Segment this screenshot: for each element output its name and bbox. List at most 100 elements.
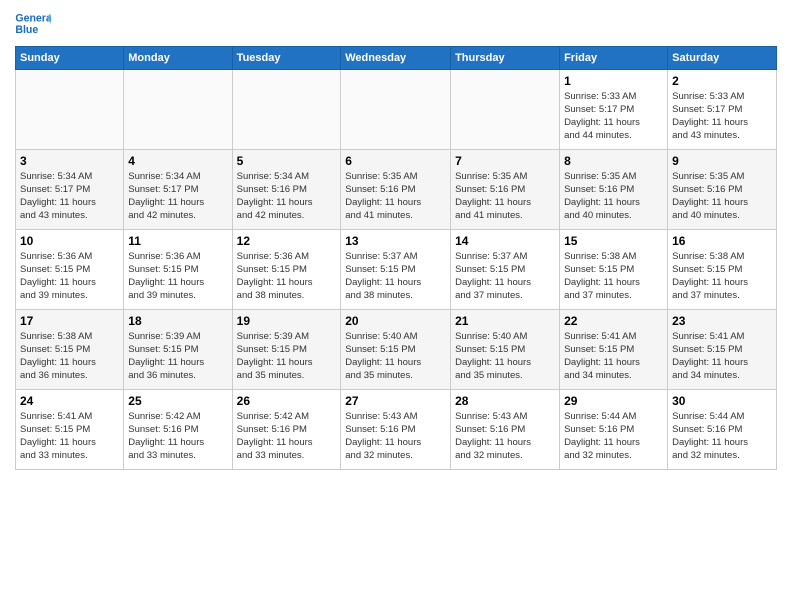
calendar-cell: 21Sunrise: 5:40 AM Sunset: 5:15 PM Dayli… <box>451 310 560 390</box>
calendar-cell: 5 Sunrise: 5:34 AM Sunset: 5:16 PM Daylig… <box>232 150 341 230</box>
day-header-monday: Monday <box>124 47 232 70</box>
day-info: Sunrise: 5:42 AM Sunset: 5:16 PM Dayligh… <box>237 411 337 462</box>
day-number: 9 <box>672 153 772 169</box>
day-info: Sunrise: 5:36 AM Sunset: 5:15 PM Dayligh… <box>128 251 227 302</box>
day-number: 15 <box>564 233 663 249</box>
logo: General Blue <box>15 10 51 40</box>
day-info: Sunrise: 5:35 AM Sunset: 5:16 PM Dayligh… <box>455 171 555 222</box>
day-info: Sunrise: 5:39 AM Sunset: 5:15 PM Dayligh… <box>237 331 337 382</box>
day-number: 23 <box>672 313 772 329</box>
svg-text:General: General <box>15 12 51 24</box>
day-number: 20 <box>345 313 446 329</box>
day-header-saturday: Saturday <box>668 47 777 70</box>
calendar-cell: 23Sunrise: 5:41 AM Sunset: 5:15 PM Dayli… <box>668 310 777 390</box>
day-number: 12 <box>237 233 337 249</box>
day-number: 25 <box>128 393 227 409</box>
day-number: 27 <box>345 393 446 409</box>
day-info: Sunrise: 5:34 AM Sunset: 5:17 PM Dayligh… <box>128 171 227 222</box>
day-info: Sunrise: 5:37 AM Sunset: 5:15 PM Dayligh… <box>455 251 555 302</box>
day-number: 13 <box>345 233 446 249</box>
day-number: 6 <box>345 153 446 169</box>
calendar-cell: 20 Sunrise: 5:40 AM Sunset: 5:15 PM Dayli… <box>341 310 451 390</box>
day-info: Sunrise: 5:35 AM Sunset: 5:16 PM Dayligh… <box>564 171 663 222</box>
calendar-cell: 11 Sunrise: 5:36 AM Sunset: 5:15 PM Dayli… <box>124 230 232 310</box>
day-info: Sunrise: 5:36 AM Sunset: 5:15 PM Dayligh… <box>237 251 337 302</box>
calendar-cell <box>451 70 560 150</box>
calendar-cell: 18Sunrise: 5:39 AM Sunset: 5:15 PM Dayli… <box>124 310 232 390</box>
calendar-cell: 4 Sunrise: 5:34 AM Sunset: 5:17 PM Daylig… <box>124 150 232 230</box>
calendar-header-row: SundayMondayTuesdayWednesdayThursdayFrid… <box>16 47 777 70</box>
calendar-cell: 3 Sunrise: 5:34 AM Sunset: 5:17 PM Daylig… <box>16 150 124 230</box>
day-number: 16 <box>672 233 772 249</box>
calendar-cell: 12 Sunrise: 5:36 AM Sunset: 5:15 PM Dayli… <box>232 230 341 310</box>
day-info: Sunrise: 5:36 AM Sunset: 5:15 PM Dayligh… <box>20 251 119 302</box>
calendar-cell: 6 Sunrise: 5:35 AM Sunset: 5:16 PM Daylig… <box>341 150 451 230</box>
day-info: Sunrise: 5:35 AM Sunset: 5:16 PM Dayligh… <box>672 171 772 222</box>
calendar-cell: 14 Sunrise: 5:37 AM Sunset: 5:15 PM Dayli… <box>451 230 560 310</box>
calendar-cell: 26 Sunrise: 5:42 AM Sunset: 5:16 PM Dayli… <box>232 390 341 470</box>
day-number: 17 <box>20 313 119 329</box>
calendar-cell: 16 Sunrise: 5:38 AM Sunset: 5:15 PM Dayli… <box>668 230 777 310</box>
calendar-cell <box>341 70 451 150</box>
day-info: Sunrise: 5:38 AM Sunset: 5:15 PM Dayligh… <box>672 251 772 302</box>
week-row-4: 17 Sunrise: 5:38 AM Sunset: 5:15 PM Dayli… <box>16 310 777 390</box>
day-info: Sunrise: 5:38 AM Sunset: 5:15 PM Dayligh… <box>564 251 663 302</box>
calendar-cell: 15 Sunrise: 5:38 AM Sunset: 5:15 PM Dayli… <box>560 230 668 310</box>
day-info: Sunrise: 5:40 AM Sunset: 5:15 PM Dayligh… <box>345 331 446 382</box>
day-header-wednesday: Wednesday <box>341 47 451 70</box>
calendar-cell <box>232 70 341 150</box>
day-number: 4 <box>128 153 227 169</box>
svg-text:Blue: Blue <box>15 24 38 36</box>
calendar-cell: 1 Sunrise: 5:33 AM Sunset: 5:17 PM Daylig… <box>560 70 668 150</box>
day-info: Sunrise: 5:34 AM Sunset: 5:16 PM Dayligh… <box>237 171 337 222</box>
day-info: Sunrise: 5:33 AM Sunset: 5:17 PM Dayligh… <box>564 91 663 142</box>
calendar-cell: 17 Sunrise: 5:38 AM Sunset: 5:15 PM Dayli… <box>16 310 124 390</box>
week-row-2: 3 Sunrise: 5:34 AM Sunset: 5:17 PM Daylig… <box>16 150 777 230</box>
day-header-thursday: Thursday <box>451 47 560 70</box>
week-row-5: 24 Sunrise: 5:41 AM Sunset: 5:15 PM Dayli… <box>16 390 777 470</box>
day-number: 30 <box>672 393 772 409</box>
calendar-cell: 8 Sunrise: 5:35 AM Sunset: 5:16 PM Daylig… <box>560 150 668 230</box>
day-info: Sunrise: 5:40 AM Sunset: 5:15 PM Dayligh… <box>455 331 555 382</box>
calendar-cell: 13 Sunrise: 5:37 AM Sunset: 5:15 PM Dayli… <box>341 230 451 310</box>
day-info: Sunrise: 5:44 AM Sunset: 5:16 PM Dayligh… <box>672 411 772 462</box>
week-row-3: 10Sunrise: 5:36 AM Sunset: 5:15 PM Dayli… <box>16 230 777 310</box>
day-number: 24 <box>20 393 119 409</box>
day-info: Sunrise: 5:41 AM Sunset: 5:15 PM Dayligh… <box>564 331 663 382</box>
day-info: Sunrise: 5:41 AM Sunset: 5:15 PM Dayligh… <box>20 411 119 462</box>
day-info: Sunrise: 5:43 AM Sunset: 5:16 PM Dayligh… <box>455 411 555 462</box>
day-number: 26 <box>237 393 337 409</box>
calendar-cell <box>16 70 124 150</box>
day-info: Sunrise: 5:42 AM Sunset: 5:16 PM Dayligh… <box>128 411 227 462</box>
logo-icon: General Blue <box>15 10 51 40</box>
day-number: 5 <box>237 153 337 169</box>
day-number: 1 <box>564 73 663 89</box>
day-number: 11 <box>128 233 227 249</box>
calendar-cell: 28Sunrise: 5:43 AM Sunset: 5:16 PM Dayli… <box>451 390 560 470</box>
day-number: 14 <box>455 233 555 249</box>
day-number: 3 <box>20 153 119 169</box>
day-info: Sunrise: 5:33 AM Sunset: 5:17 PM Dayligh… <box>672 91 772 142</box>
day-header-friday: Friday <box>560 47 668 70</box>
calendar-cell: 22Sunrise: 5:41 AM Sunset: 5:15 PM Dayli… <box>560 310 668 390</box>
day-info: Sunrise: 5:35 AM Sunset: 5:16 PM Dayligh… <box>345 171 446 222</box>
day-info: Sunrise: 5:44 AM Sunset: 5:16 PM Dayligh… <box>564 411 663 462</box>
calendar-cell: 24 Sunrise: 5:41 AM Sunset: 5:15 PM Dayli… <box>16 390 124 470</box>
calendar-table: SundayMondayTuesdayWednesdayThursdayFrid… <box>15 46 777 470</box>
calendar-cell: 25 Sunrise: 5:42 AM Sunset: 5:16 PM Dayli… <box>124 390 232 470</box>
day-info: Sunrise: 5:37 AM Sunset: 5:15 PM Dayligh… <box>345 251 446 302</box>
calendar-cell: 2Sunrise: 5:33 AM Sunset: 5:17 PM Daylig… <box>668 70 777 150</box>
calendar-cell <box>124 70 232 150</box>
day-info: Sunrise: 5:38 AM Sunset: 5:15 PM Dayligh… <box>20 331 119 382</box>
calendar-cell: 30 Sunrise: 5:44 AM Sunset: 5:16 PM Dayli… <box>668 390 777 470</box>
calendar-cell: 10Sunrise: 5:36 AM Sunset: 5:15 PM Dayli… <box>16 230 124 310</box>
day-number: 8 <box>564 153 663 169</box>
calendar-cell: 29Sunrise: 5:44 AM Sunset: 5:16 PM Dayli… <box>560 390 668 470</box>
day-number: 18 <box>128 313 227 329</box>
header: General Blue <box>15 10 777 40</box>
calendar-cell: 9 Sunrise: 5:35 AM Sunset: 5:16 PM Daylig… <box>668 150 777 230</box>
day-info: Sunrise: 5:43 AM Sunset: 5:16 PM Dayligh… <box>345 411 446 462</box>
week-row-1: 1 Sunrise: 5:33 AM Sunset: 5:17 PM Daylig… <box>16 70 777 150</box>
day-number: 7 <box>455 153 555 169</box>
day-info: Sunrise: 5:34 AM Sunset: 5:17 PM Dayligh… <box>20 171 119 222</box>
